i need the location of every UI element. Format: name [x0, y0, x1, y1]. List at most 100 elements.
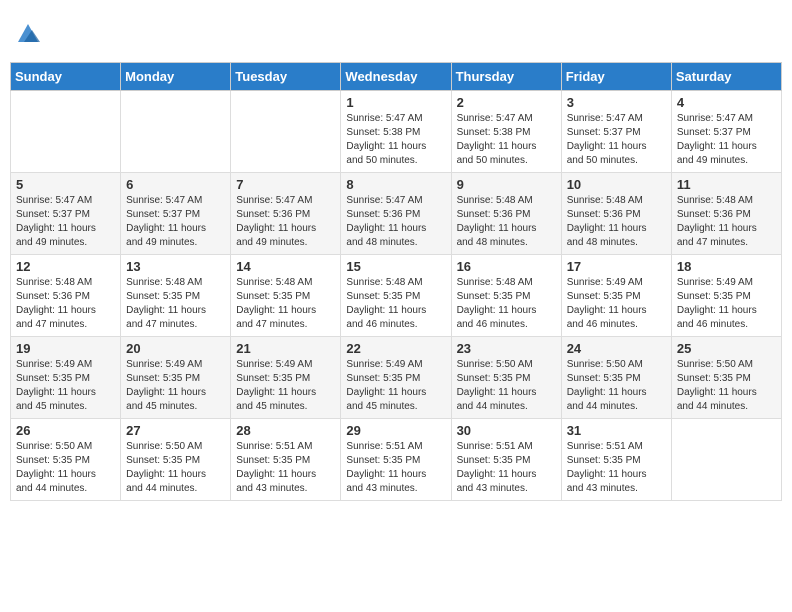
- calendar-cell: 15Sunrise: 5:48 AM Sunset: 5:35 PM Dayli…: [341, 255, 451, 337]
- day-info: Sunrise: 5:51 AM Sunset: 5:35 PM Dayligh…: [236, 440, 335, 496]
- calendar-cell: 6 Sunrise: 5:47 AM Sunset: 5:37 PM Daylig…: [121, 173, 231, 255]
- day-info: Sunrise: 5:49 AM Sunset: 5:35 PM Dayligh…: [126, 358, 225, 414]
- day-number: 9: [457, 177, 556, 192]
- day-info: Sunrise: 5:48 AM Sunset: 5:36 PM Dayligh…: [16, 276, 115, 332]
- calendar-cell: 13 Sunrise: 5:48 AM Sunset: 5:35 PM Dayli…: [121, 255, 231, 337]
- day-info: Sunrise: 5:48 AM Sunset: 5:35 PM Dayligh…: [236, 276, 335, 332]
- calendar-cell: 5Sunrise: 5:47 AM Sunset: 5:37 PM Daylig…: [11, 173, 121, 255]
- day-info: Sunrise: 5:48 AM Sunset: 5:36 PM Dayligh…: [567, 194, 666, 250]
- calendar-cell: 22Sunrise: 5:49 AM Sunset: 5:35 PM Dayli…: [341, 337, 451, 419]
- calendar-cell: 11 Sunrise: 5:48 AM Sunset: 5:36 PM Dayli…: [671, 173, 781, 255]
- calendar-cell: 12 Sunrise: 5:48 AM Sunset: 5:36 PM Dayli…: [11, 255, 121, 337]
- calendar-cell: 7Sunrise: 5:47 AM Sunset: 5:36 PM Daylig…: [231, 173, 341, 255]
- day-number: 5: [16, 177, 115, 192]
- calendar-cell: 28 Sunrise: 5:51 AM Sunset: 5:35 PM Dayli…: [231, 419, 341, 501]
- day-number: 30: [457, 423, 556, 438]
- day-number: 1: [346, 95, 445, 110]
- calendar-cell: 9 Sunrise: 5:48 AM Sunset: 5:36 PM Daylig…: [451, 173, 561, 255]
- day-number: 23: [457, 341, 556, 356]
- calendar-cell: [11, 91, 121, 173]
- calendar-week-row: 19 Sunrise: 5:49 AM Sunset: 5:35 PM Dayli…: [11, 337, 782, 419]
- day-info: Sunrise: 5:50 AM Sunset: 5:35 PM Dayligh…: [457, 358, 556, 414]
- day-number: 24: [567, 341, 666, 356]
- calendar-cell: 24 Sunrise: 5:50 AM Sunset: 5:35 PM Dayli…: [561, 337, 671, 419]
- day-number: 17: [567, 259, 666, 274]
- calendar-week-row: 1 Sunrise: 5:47 AM Sunset: 5:38 PM Daylig…: [11, 91, 782, 173]
- day-number: 21: [236, 341, 335, 356]
- day-info: Sunrise: 5:51 AM Sunset: 5:35 PM Dayligh…: [457, 440, 556, 496]
- day-info: Sunrise: 5:49 AM Sunset: 5:35 PM Dayligh…: [346, 358, 445, 414]
- calendar-cell: 27 Sunrise: 5:50 AM Sunset: 5:35 PM Dayli…: [121, 419, 231, 501]
- calendar-cell: [671, 419, 781, 501]
- day-number: 10: [567, 177, 666, 192]
- day-number: 6: [126, 177, 225, 192]
- day-number: 19: [16, 341, 115, 356]
- day-info: Sunrise: 5:48 AM Sunset: 5:36 PM Dayligh…: [457, 194, 556, 250]
- weekday-header-saturday: Saturday: [671, 63, 781, 91]
- calendar-cell: 14Sunrise: 5:48 AM Sunset: 5:35 PM Dayli…: [231, 255, 341, 337]
- calendar-cell: 29 Sunrise: 5:51 AM Sunset: 5:35 PM Dayli…: [341, 419, 451, 501]
- day-number: 12: [16, 259, 115, 274]
- calendar-cell: 4Sunrise: 5:47 AM Sunset: 5:37 PM Daylig…: [671, 91, 781, 173]
- day-number: 27: [126, 423, 225, 438]
- calendar-cell: [231, 91, 341, 173]
- calendar-week-row: 26 Sunrise: 5:50 AM Sunset: 5:35 PM Dayli…: [11, 419, 782, 501]
- day-info: Sunrise: 5:49 AM Sunset: 5:35 PM Dayligh…: [677, 276, 776, 332]
- calendar-cell: 21 Sunrise: 5:49 AM Sunset: 5:35 PM Dayli…: [231, 337, 341, 419]
- day-info: Sunrise: 5:50 AM Sunset: 5:35 PM Dayligh…: [567, 358, 666, 414]
- calendar-cell: 10 Sunrise: 5:48 AM Sunset: 5:36 PM Dayli…: [561, 173, 671, 255]
- day-number: 20: [126, 341, 225, 356]
- calendar-cell: 3Sunrise: 5:47 AM Sunset: 5:37 PM Daylig…: [561, 91, 671, 173]
- day-info: Sunrise: 5:48 AM Sunset: 5:35 PM Dayligh…: [126, 276, 225, 332]
- weekday-header-monday: Monday: [121, 63, 231, 91]
- day-info: Sunrise: 5:48 AM Sunset: 5:35 PM Dayligh…: [457, 276, 556, 332]
- logo: [10, 18, 42, 46]
- calendar-cell: 8 Sunrise: 5:47 AM Sunset: 5:36 PM Daylig…: [341, 173, 451, 255]
- day-info: Sunrise: 5:48 AM Sunset: 5:36 PM Dayligh…: [677, 194, 776, 250]
- day-info: Sunrise: 5:49 AM Sunset: 5:35 PM Dayligh…: [236, 358, 335, 414]
- calendar-cell: 30 Sunrise: 5:51 AM Sunset: 5:35 PM Dayli…: [451, 419, 561, 501]
- day-info: Sunrise: 5:47 AM Sunset: 5:36 PM Dayligh…: [346, 194, 445, 250]
- calendar-cell: 31Sunrise: 5:51 AM Sunset: 5:35 PM Dayli…: [561, 419, 671, 501]
- day-number: 11: [677, 177, 776, 192]
- calendar-header-row: SundayMondayTuesdayWednesdayThursdayFrid…: [11, 63, 782, 91]
- weekday-header-wednesday: Wednesday: [341, 63, 451, 91]
- page: SundayMondayTuesdayWednesdayThursdayFrid…: [10, 10, 782, 501]
- day-number: 28: [236, 423, 335, 438]
- day-number: 13: [126, 259, 225, 274]
- calendar-cell: [121, 91, 231, 173]
- calendar-week-row: 12 Sunrise: 5:48 AM Sunset: 5:36 PM Dayli…: [11, 255, 782, 337]
- day-info: Sunrise: 5:47 AM Sunset: 5:38 PM Dayligh…: [346, 112, 445, 168]
- calendar-cell: 2 Sunrise: 5:47 AM Sunset: 5:38 PM Daylig…: [451, 91, 561, 173]
- calendar-cell: 17 Sunrise: 5:49 AM Sunset: 5:35 PM Dayli…: [561, 255, 671, 337]
- day-info: Sunrise: 5:51 AM Sunset: 5:35 PM Dayligh…: [567, 440, 666, 496]
- day-info: Sunrise: 5:48 AM Sunset: 5:35 PM Dayligh…: [346, 276, 445, 332]
- day-number: 7: [236, 177, 335, 192]
- calendar-cell: 1 Sunrise: 5:47 AM Sunset: 5:38 PM Daylig…: [341, 91, 451, 173]
- day-number: 3: [567, 95, 666, 110]
- day-number: 25: [677, 341, 776, 356]
- calendar-table: SundayMondayTuesdayWednesdayThursdayFrid…: [10, 62, 782, 501]
- day-number: 8: [346, 177, 445, 192]
- calendar-cell: 25 Sunrise: 5:50 AM Sunset: 5:35 PM Dayli…: [671, 337, 781, 419]
- weekday-header-sunday: Sunday: [11, 63, 121, 91]
- calendar-cell: 19 Sunrise: 5:49 AM Sunset: 5:35 PM Dayli…: [11, 337, 121, 419]
- calendar-cell: 26 Sunrise: 5:50 AM Sunset: 5:35 PM Dayli…: [11, 419, 121, 501]
- day-info: Sunrise: 5:47 AM Sunset: 5:37 PM Dayligh…: [126, 194, 225, 250]
- day-info: Sunrise: 5:50 AM Sunset: 5:35 PM Dayligh…: [677, 358, 776, 414]
- day-number: 29: [346, 423, 445, 438]
- calendar-cell: 23 Sunrise: 5:50 AM Sunset: 5:35 PM Dayli…: [451, 337, 561, 419]
- logo-icon: [14, 18, 42, 46]
- day-info: Sunrise: 5:50 AM Sunset: 5:35 PM Dayligh…: [16, 440, 115, 496]
- day-number: 26: [16, 423, 115, 438]
- day-info: Sunrise: 5:51 AM Sunset: 5:35 PM Dayligh…: [346, 440, 445, 496]
- calendar-week-row: 5 Sunrise: 5:47 AM Sunset: 5:37 PM Daylig…: [11, 173, 782, 255]
- day-info: Sunrise: 5:50 AM Sunset: 5:35 PM Dayligh…: [126, 440, 225, 496]
- day-info: Sunrise: 5:49 AM Sunset: 5:35 PM Dayligh…: [567, 276, 666, 332]
- weekday-header-tuesday: Tuesday: [231, 63, 341, 91]
- day-info: Sunrise: 5:49 AM Sunset: 5:35 PM Dayligh…: [16, 358, 115, 414]
- day-info: Sunrise: 5:47 AM Sunset: 5:38 PM Dayligh…: [457, 112, 556, 168]
- weekday-header-friday: Friday: [561, 63, 671, 91]
- day-number: 4: [677, 95, 776, 110]
- day-number: 2: [457, 95, 556, 110]
